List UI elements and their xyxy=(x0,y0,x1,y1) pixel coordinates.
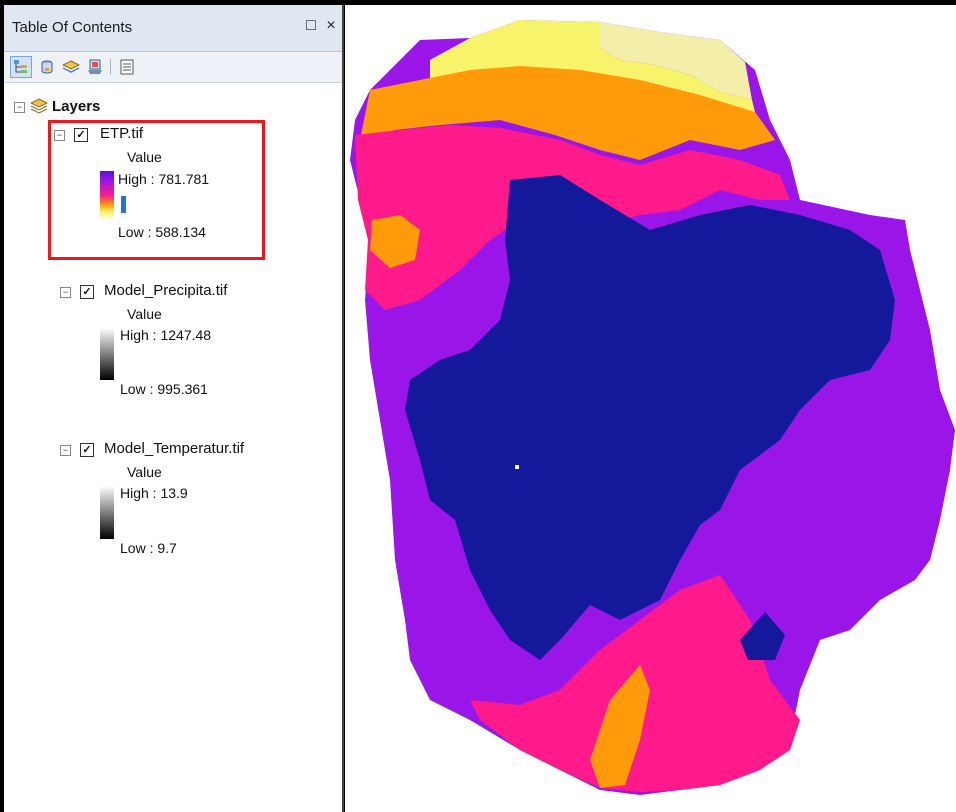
color-ramp xyxy=(100,486,114,539)
app-window: Table Of Contents □ × − Layers − ✓ ETP.t… xyxy=(0,0,956,812)
color-ramp xyxy=(100,328,114,380)
legend-low-label: Low : 9.7 xyxy=(120,540,177,556)
collapse-icon[interactable]: − xyxy=(60,445,71,456)
list-by-visibility-icon[interactable] xyxy=(60,56,82,78)
toc-title-bar: Table Of Contents □ × xyxy=(4,5,342,52)
legend-low-label: Low : 995.361 xyxy=(120,381,208,397)
table-of-contents-panel: Table Of Contents □ × − Layers − ✓ ETP.t… xyxy=(4,5,344,812)
legend-high-label: High : 13.9 xyxy=(120,485,188,501)
list-by-source-icon[interactable] xyxy=(36,56,58,78)
layer-name-precipitation[interactable]: Model_Precipita.tif xyxy=(104,282,227,299)
toc-toolbar xyxy=(4,52,342,83)
close-icon[interactable]: × xyxy=(322,16,340,36)
watershed-raster xyxy=(350,20,955,795)
list-by-selection-icon[interactable] xyxy=(84,56,106,78)
map-view[interactable] xyxy=(345,5,956,812)
legend-high-label: High : 1247.48 xyxy=(120,327,212,343)
collapse-icon[interactable]: − xyxy=(60,287,71,298)
layers-icon xyxy=(30,98,48,114)
layer-name-temperature[interactable]: Model_Temperatur.tif xyxy=(104,440,244,457)
legend-field-label: Value xyxy=(127,464,162,480)
options-icon[interactable] xyxy=(116,56,138,78)
legend-field-label: Value xyxy=(127,306,162,322)
highlight-box xyxy=(48,120,265,260)
list-by-drawing-order-icon[interactable] xyxy=(10,56,32,78)
layer-visibility-checkbox[interactable]: ✓ xyxy=(80,443,94,457)
layer-visibility-checkbox[interactable]: ✓ xyxy=(80,285,94,299)
toc-title: Table Of Contents xyxy=(12,19,133,36)
collapse-icon[interactable]: − xyxy=(14,102,25,113)
maximize-icon[interactable]: □ xyxy=(302,16,320,36)
layers-group-label[interactable]: Layers xyxy=(52,98,100,115)
